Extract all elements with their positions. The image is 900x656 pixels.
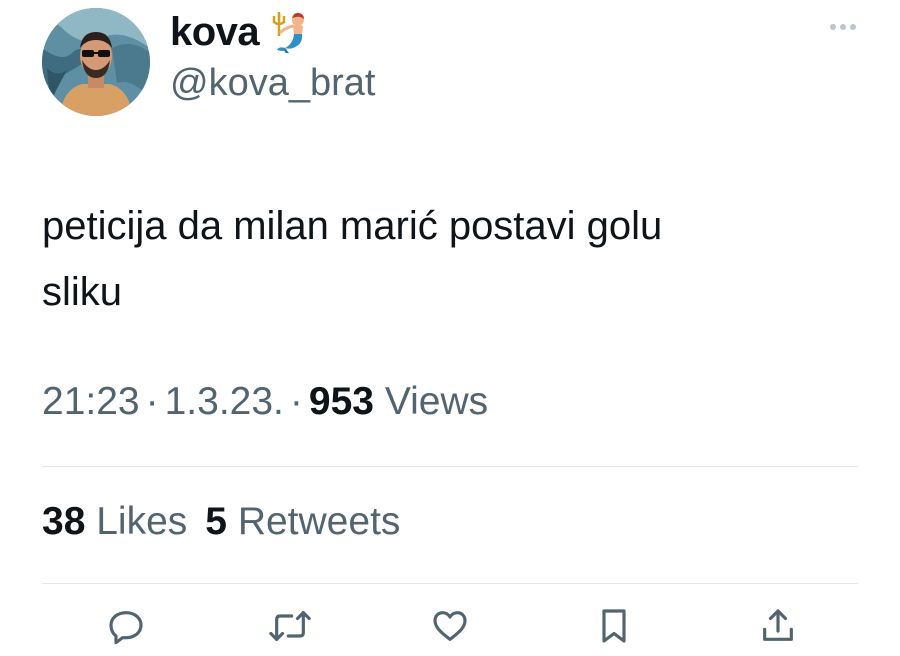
tweet-text-line: peticija da milan marić postavi golu	[42, 204, 663, 248]
like-button[interactable]	[425, 606, 475, 656]
meta-separator: ·	[145, 380, 159, 423]
tweet-detail: kova @kova_brat peticija da milan marić …	[0, 0, 900, 653]
divider	[42, 466, 858, 467]
share-button[interactable]	[753, 606, 803, 656]
tweet-time[interactable]: 21:23	[42, 380, 140, 423]
retweets-label: Retweets	[237, 500, 401, 543]
divider	[42, 583, 858, 584]
tweet-date[interactable]: 1.3.23.	[165, 380, 284, 423]
views-count: 953	[308, 380, 374, 423]
retweet-button[interactable]	[265, 606, 315, 656]
merman-emoji-icon	[271, 10, 315, 54]
tweet-meta: 21:23 · 1.3.23. · 953 Views	[42, 380, 488, 424]
user-handle[interactable]: @kova_brat	[170, 62, 375, 105]
more-options-icon[interactable]	[826, 20, 860, 34]
likes-label: Likes	[96, 500, 188, 543]
user-name-row[interactable]: kova	[170, 4, 315, 60]
likes-count: 38	[42, 500, 86, 543]
like-icon	[433, 611, 467, 641]
dot	[850, 24, 856, 30]
retweets-stat[interactable]: 5 Retweets	[205, 500, 400, 544]
reply-icon	[109, 611, 143, 645]
bookmark-button[interactable]	[589, 606, 639, 656]
dot	[830, 24, 836, 30]
share-icon	[763, 609, 793, 641]
action-bar	[0, 606, 900, 656]
retweet-icon	[269, 611, 311, 641]
avatar-image	[42, 8, 150, 116]
bookmark-icon	[602, 609, 626, 643]
reply-button[interactable]	[101, 606, 151, 656]
tweet-text-line: sliku	[42, 270, 123, 314]
likes-stat[interactable]: 38 Likes	[42, 500, 187, 544]
display-name: kova	[170, 9, 260, 54]
tweet-text: peticija da milan marić postavi golu sli…	[42, 193, 842, 325]
retweets-count: 5	[205, 500, 227, 543]
meta-separator: ·	[289, 380, 303, 423]
tweet-stats: 38 Likes 5 Retweets	[42, 500, 400, 544]
avatar[interactable]	[42, 8, 150, 116]
dot	[840, 24, 846, 30]
views-label: Views	[384, 380, 489, 423]
